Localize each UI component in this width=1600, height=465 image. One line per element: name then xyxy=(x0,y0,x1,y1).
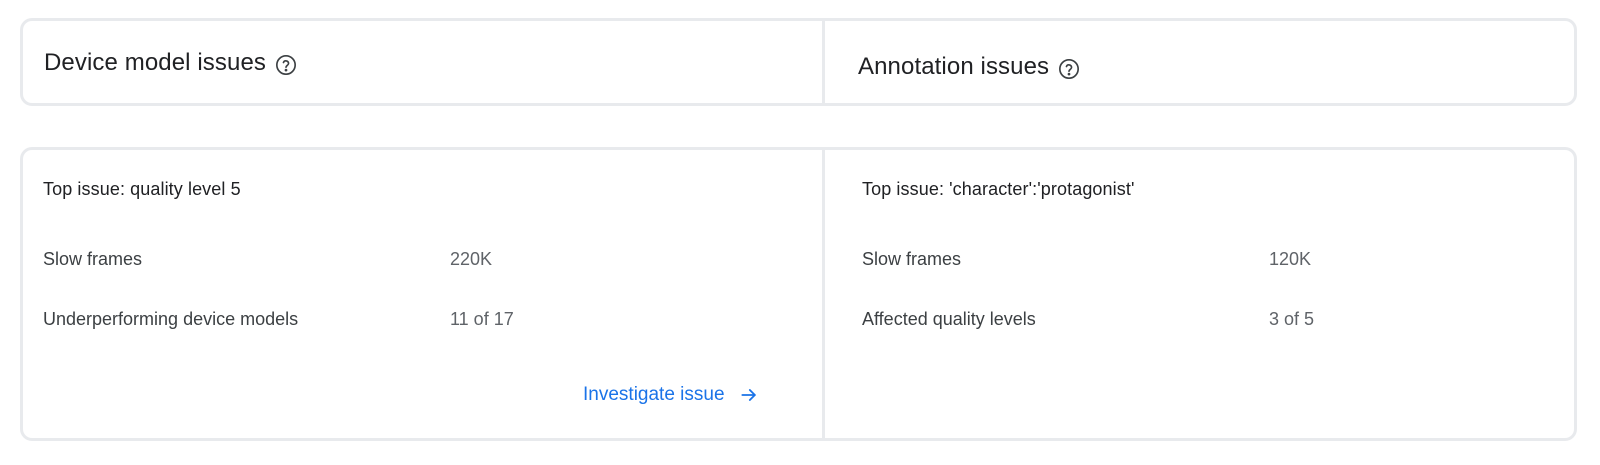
metric-label: Slow frames xyxy=(43,249,143,269)
metric-row: Slow frames 120K xyxy=(862,249,1562,273)
device-model-top-issue: Top issue: quality level 5 xyxy=(43,179,241,199)
issues-header-card: Device model issues Annotation issues xyxy=(20,18,1577,106)
help-icon[interactable] xyxy=(275,54,297,76)
metric-value: 11 of 17 xyxy=(450,309,514,329)
metric-value: 3 of 5 xyxy=(1269,309,1315,329)
device-model-header: Device model issues xyxy=(23,21,825,103)
metric-value: 220K xyxy=(450,249,493,269)
device-model-title-group: Device model issues xyxy=(44,49,297,77)
annotation-top-issue: Top issue: 'character':'protagonist' xyxy=(862,179,1135,199)
annotation-panel: Top issue: 'character':'protagonist' Slo… xyxy=(825,150,1574,438)
metric-label: Affected quality levels xyxy=(862,309,1036,329)
metric-row: Slow frames 220K xyxy=(43,249,743,273)
issues-detail-card: Top issue: quality level 5 Slow frames 2… xyxy=(20,147,1577,441)
annotation-title-group: Annotation issues xyxy=(858,53,1080,81)
device-model-issues-title: Device model issues xyxy=(44,49,266,76)
metric-row: Underperforming device models 11 of 17 xyxy=(43,309,743,333)
investigate-issue-link[interactable]: Investigate issue xyxy=(583,384,759,406)
metric-value: 120K xyxy=(1269,249,1312,269)
investigate-issue-label: Investigate issue xyxy=(583,384,725,405)
metric-label: Slow frames xyxy=(862,249,962,269)
help-icon[interactable] xyxy=(1058,58,1080,80)
device-model-panel: Top issue: quality level 5 Slow frames 2… xyxy=(23,150,825,438)
annotation-issues-title: Annotation issues xyxy=(858,53,1050,80)
metric-row: Affected quality levels 3 of 5 xyxy=(862,309,1562,333)
metric-label: Underperforming device models xyxy=(43,309,299,329)
arrow-right-icon xyxy=(739,385,759,405)
annotation-header: Annotation issues xyxy=(825,21,1574,103)
